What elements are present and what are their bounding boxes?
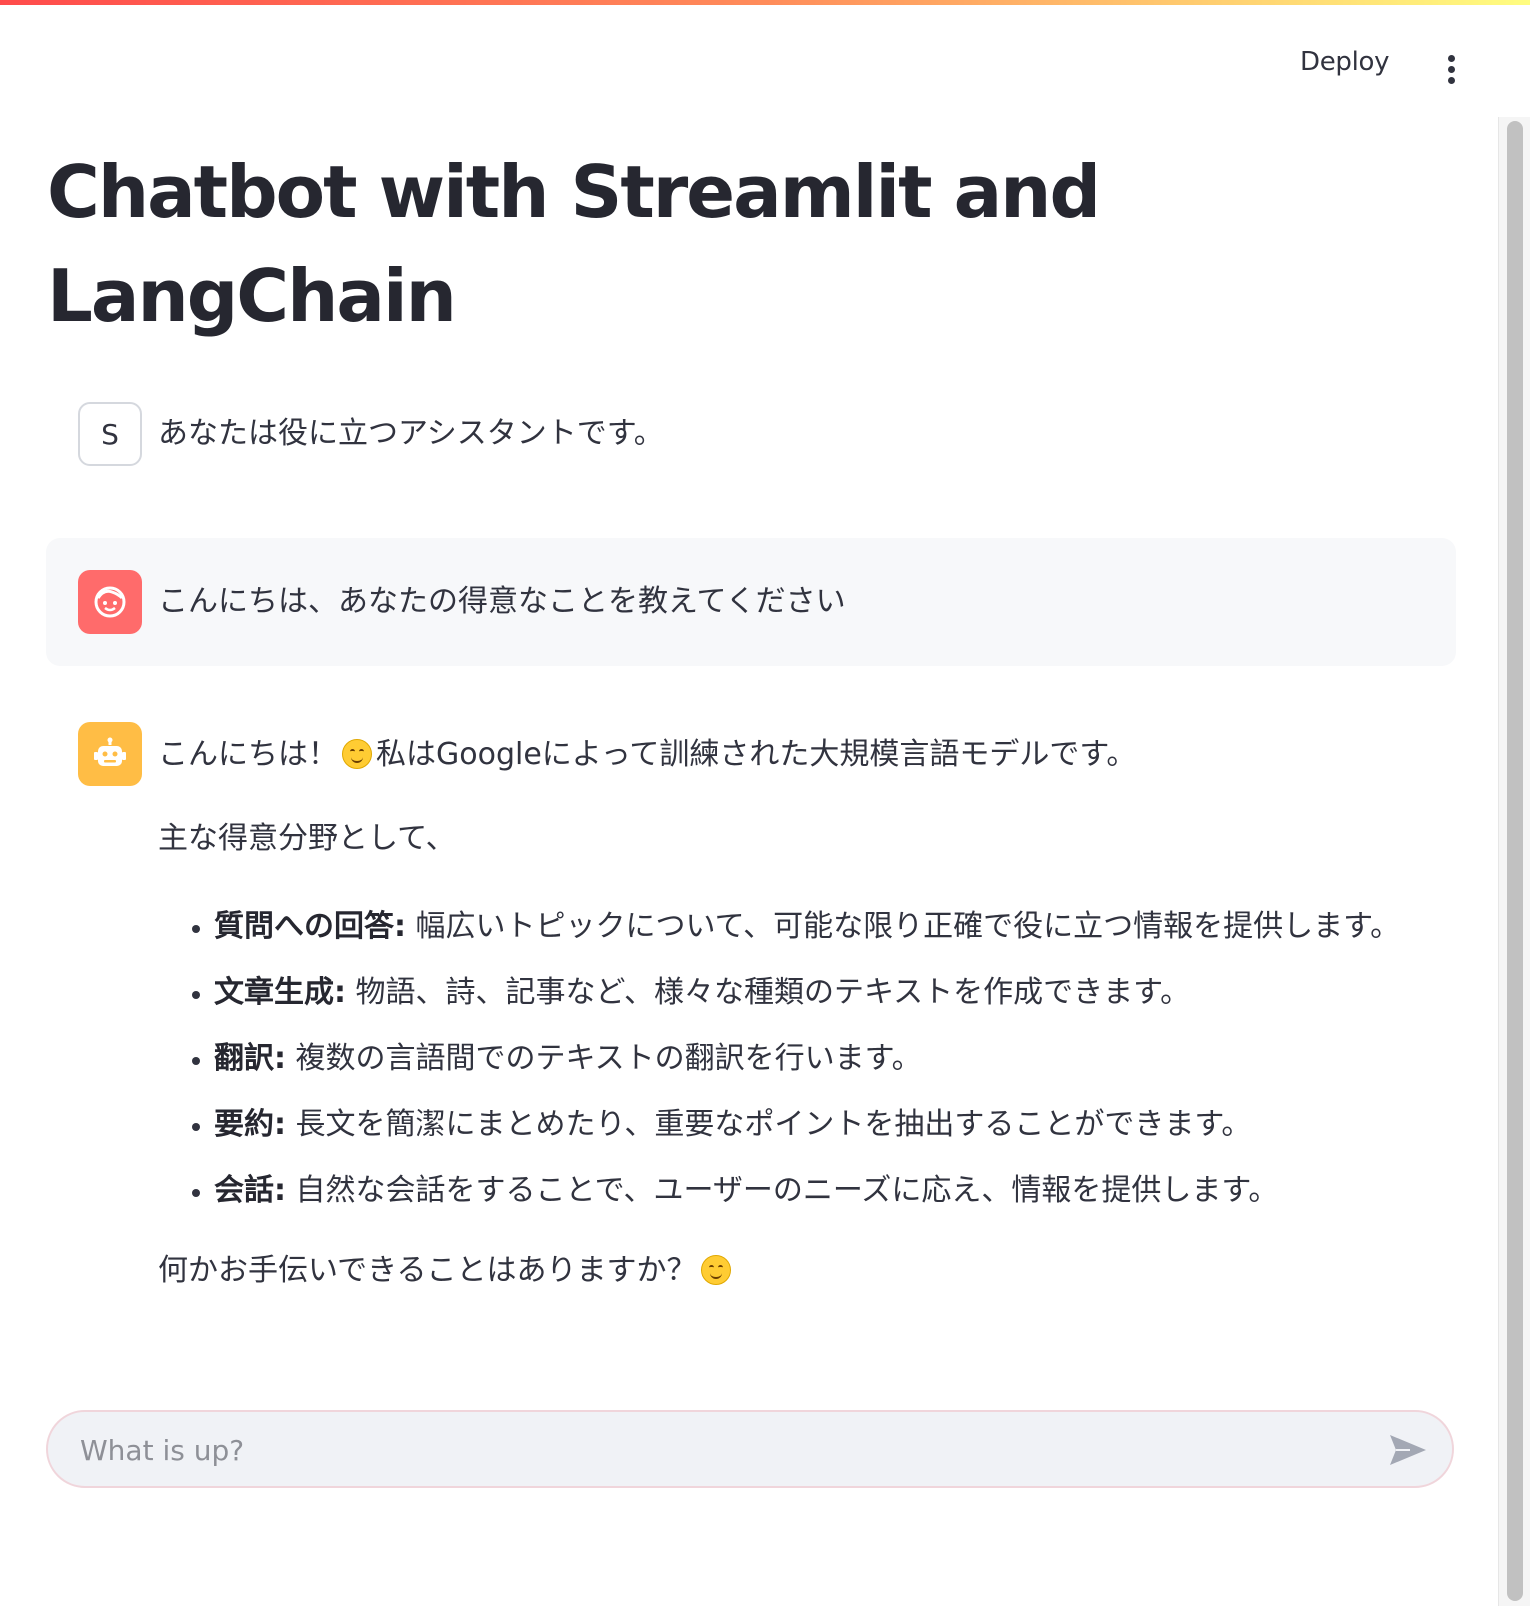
chat-input-container [46,1410,1454,1488]
user-face-icon [78,570,142,634]
list-item: 質問への回答: 幅広いトピックについて、可能な限り正確で役に立つ情報を提供します… [214,903,1448,951]
list-item-term: 要約: [214,1107,286,1142]
chat-message-system: S あなたは役に立つアシスタントです。 [46,402,1456,466]
vertical-scrollbar[interactable] [1498,117,1530,1606]
list-item-desc: 幅広いトピックについて、可能な限り正確で役に立つ情報を提供します。 [415,909,1401,944]
list-item-term: 会話: [214,1173,286,1208]
send-arrow-icon[interactable] [1388,1432,1428,1468]
app-header: Deploy [0,5,1530,115]
scrollbar-thumb[interactable] [1507,121,1523,1601]
assistant-intro-text: 私はGoogleによって訓練された大規模言語モデルです。 [376,737,1137,772]
list-item-term: 質問への回答: [214,909,406,944]
list-item-term: 翻訳: [214,1041,286,1076]
assistant-message-body: こんにちは！ 私はGoogleによって訓練された大規模言語モデルです。 主な得意分… [158,735,1448,1335]
list-item-term: 文章生成: [214,975,346,1010]
list-item: 文章生成: 物語、詩、記事など、様々な種類のテキストを作成できます。 [214,969,1448,1017]
list-item-desc: 長文を簡潔にまとめたり、重要なポイントを抽出することができます。 [295,1107,1252,1142]
list-item-desc: 自然な会話をすることで、ユーザーのニーズに応え、情報を提供します。 [295,1173,1279,1208]
assistant-closing-text: 何かお手伝いできることはありますか？ [158,1253,697,1288]
page-title: Chatbot with Streamlit and LangChain [47,150,1101,338]
list-item-desc: 物語、詩、記事など、様々な種類のテキストを作成できます。 [355,975,1191,1010]
list-item: 会話: 自然な会話をすることで、ユーザーのニーズに応え、情報を提供します。 [214,1167,1448,1215]
deploy-button[interactable]: Deploy [1300,47,1390,77]
list-item: 要約: 長文を簡潔にまとめたり、重要なポイントを抽出することができます。 [214,1101,1448,1149]
assistant-closing: 何かお手伝いできることはありますか？ [158,1251,1448,1291]
system-avatar: S [78,402,142,466]
system-message-text: あなたは役に立つアシスタントです。 [158,416,664,451]
user-message-text: こんにちは、あなたの得意なことを教えてください [158,584,846,619]
system-avatar-label: S [101,417,119,451]
capability-list: 質問への回答: 幅広いトピックについて、可能な限り正確で役に立つ情報を提供します… [158,903,1448,1215]
chat-input[interactable] [78,1426,1342,1474]
robot-icon [78,722,142,786]
smiling-face-emoji-icon [700,1255,731,1285]
assistant-lead: 主な得意分野として、 [158,821,456,856]
assistant-intro: こんにちは！ 私はGoogleによって訓練された大規模言語モデルです。 [158,735,1448,775]
list-item-desc: 複数の言語間でのテキストの翻訳を行います。 [295,1041,922,1076]
assistant-greeting: こんにちは！ [158,737,338,772]
kebab-menu-icon[interactable] [1443,55,1459,87]
chat-message-user: こんにちは、あなたの得意なことを教えてください [46,538,1456,666]
smiling-face-emoji-icon [342,739,372,769]
list-item: 翻訳: 複数の言語間でのテキストの翻訳を行います。 [214,1035,1448,1083]
